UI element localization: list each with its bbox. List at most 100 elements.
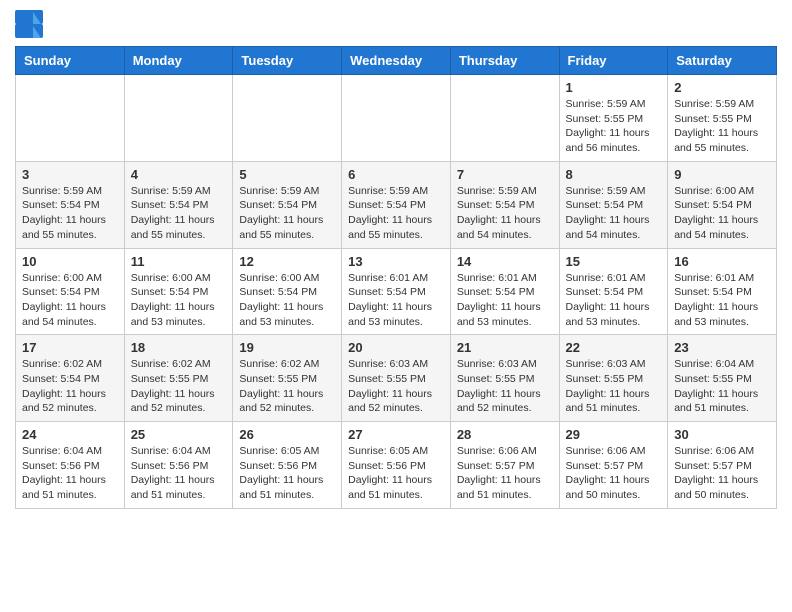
calendar-cell — [450, 75, 559, 162]
calendar-cell: 2 Sunrise: 5:59 AMSunset: 5:55 PMDaylight… — [668, 75, 777, 162]
calendar-cell: 15Sunrise: 6:01 AMSunset: 5:54 PMDayligh… — [559, 248, 668, 335]
day-number: 1 — [566, 80, 662, 95]
day-number: 27 — [348, 427, 444, 442]
day-number: 28 — [457, 427, 553, 442]
calendar-cell: 10Sunrise: 6:00 AMSunset: 5:54 PMDayligh… — [16, 248, 125, 335]
day-info: Sunrise: 5:59 AMSunset: 5:54 PMDaylight:… — [22, 184, 118, 243]
weekday-header-friday: Friday — [559, 47, 668, 75]
calendar-cell: 13 Sunrise: 6:01 AMSunset: 5:54 PMDayligh… — [342, 248, 451, 335]
day-info: Sunrise: 6:01 AMSunset: 5:54 PMDaylight:… — [457, 271, 553, 330]
calendar-cell: 6 Sunrise: 5:59 AMSunset: 5:54 PMDaylight… — [342, 161, 451, 248]
calendar-week-row: 1 Sunrise: 5:59 AMSunset: 5:55 PMDaylight… — [16, 75, 777, 162]
calendar-week-row: 3 Sunrise: 5:59 AMSunset: 5:54 PMDaylight… — [16, 161, 777, 248]
day-info: Sunrise: 6:04 AMSunset: 5:55 PMDaylight:… — [674, 357, 770, 416]
calendar-cell: 29 Sunrise: 6:06 AMSunset: 5:57 PMDayligh… — [559, 422, 668, 509]
day-number: 12 — [239, 254, 335, 269]
page: SundayMondayTuesdayWednesdayThursdayFrid… — [0, 0, 792, 524]
calendar-cell: 17 Sunrise: 6:02 AMSunset: 5:54 PMDayligh… — [16, 335, 125, 422]
day-info: Sunrise: 6:02 AMSunset: 5:55 PMDaylight:… — [239, 357, 335, 416]
calendar-cell: 4 Sunrise: 5:59 AMSunset: 5:54 PMDaylight… — [124, 161, 233, 248]
day-info: Sunrise: 6:05 AMSunset: 5:56 PMDaylight:… — [239, 444, 335, 503]
calendar-cell — [342, 75, 451, 162]
weekday-header-thursday: Thursday — [450, 47, 559, 75]
day-info: Sunrise: 6:06 AMSunset: 5:57 PMDaylight:… — [566, 444, 662, 503]
day-number: 23 — [674, 340, 770, 355]
calendar-cell: 23 Sunrise: 6:04 AMSunset: 5:55 PMDayligh… — [668, 335, 777, 422]
logo-area — [15, 10, 47, 38]
day-number: 8 — [566, 167, 662, 182]
day-info: Sunrise: 6:00 AMSunset: 5:54 PMDaylight:… — [239, 271, 335, 330]
day-number: 14 — [457, 254, 553, 269]
weekday-header-sunday: Sunday — [16, 47, 125, 75]
weekday-header-tuesday: Tuesday — [233, 47, 342, 75]
day-number: 2 — [674, 80, 770, 95]
calendar-cell — [16, 75, 125, 162]
day-info: Sunrise: 6:02 AMSunset: 5:55 PMDaylight:… — [131, 357, 227, 416]
calendar-cell: 1 Sunrise: 5:59 AMSunset: 5:55 PMDaylight… — [559, 75, 668, 162]
weekday-header-row: SundayMondayTuesdayWednesdayThursdayFrid… — [16, 47, 777, 75]
day-info: Sunrise: 6:02 AMSunset: 5:54 PMDaylight:… — [22, 357, 118, 416]
calendar: SundayMondayTuesdayWednesdayThursdayFrid… — [15, 46, 777, 509]
day-number: 7 — [457, 167, 553, 182]
day-info: Sunrise: 6:00 AMSunset: 5:54 PMDaylight:… — [22, 271, 118, 330]
day-number: 16 — [674, 254, 770, 269]
calendar-cell: 27 Sunrise: 6:05 AMSunset: 5:56 PMDayligh… — [342, 422, 451, 509]
day-info: Sunrise: 5:59 AMSunset: 5:55 PMDaylight:… — [674, 97, 770, 156]
weekday-header-wednesday: Wednesday — [342, 47, 451, 75]
day-number: 6 — [348, 167, 444, 182]
calendar-cell: 20Sunrise: 6:03 AMSunset: 5:55 PMDayligh… — [342, 335, 451, 422]
day-info: Sunrise: 5:59 AMSunset: 5:54 PMDaylight:… — [566, 184, 662, 243]
calendar-cell: 24 Sunrise: 6:04 AMSunset: 5:56 PMDayligh… — [16, 422, 125, 509]
day-info: Sunrise: 5:59 AMSunset: 5:54 PMDaylight:… — [131, 184, 227, 243]
day-info: Sunrise: 5:59 AMSunset: 5:54 PMDaylight:… — [457, 184, 553, 243]
day-number: 19 — [239, 340, 335, 355]
day-info: Sunrise: 6:05 AMSunset: 5:56 PMDaylight:… — [348, 444, 444, 503]
day-number: 22 — [566, 340, 662, 355]
day-number: 17 — [22, 340, 118, 355]
calendar-cell: 21 Sunrise: 6:03 AMSunset: 5:55 PMDayligh… — [450, 335, 559, 422]
day-number: 18 — [131, 340, 227, 355]
day-number: 11 — [131, 254, 227, 269]
calendar-cell: 28 Sunrise: 6:06 AMSunset: 5:57 PMDayligh… — [450, 422, 559, 509]
day-info: Sunrise: 6:04 AMSunset: 5:56 PMDaylight:… — [22, 444, 118, 503]
calendar-cell — [233, 75, 342, 162]
day-number: 13 — [348, 254, 444, 269]
day-info: Sunrise: 6:06 AMSunset: 5:57 PMDaylight:… — [457, 444, 553, 503]
header — [15, 10, 777, 38]
day-info: Sunrise: 6:03 AMSunset: 5:55 PMDaylight:… — [457, 357, 553, 416]
day-number: 24 — [22, 427, 118, 442]
calendar-week-row: 10Sunrise: 6:00 AMSunset: 5:54 PMDayligh… — [16, 248, 777, 335]
logo-icon — [15, 10, 43, 38]
calendar-cell — [124, 75, 233, 162]
calendar-cell: 14 Sunrise: 6:01 AMSunset: 5:54 PMDayligh… — [450, 248, 559, 335]
calendar-cell: 11 Sunrise: 6:00 AMSunset: 5:54 PMDayligh… — [124, 248, 233, 335]
calendar-cell: 5Sunrise: 5:59 AMSunset: 5:54 PMDaylight… — [233, 161, 342, 248]
day-number: 9 — [674, 167, 770, 182]
calendar-cell: 18 Sunrise: 6:02 AMSunset: 5:55 PMDayligh… — [124, 335, 233, 422]
day-info: Sunrise: 5:59 AMSunset: 5:54 PMDaylight:… — [348, 184, 444, 243]
day-number: 3 — [22, 167, 118, 182]
day-info: Sunrise: 6:03 AMSunset: 5:55 PMDaylight:… — [566, 357, 662, 416]
calendar-cell: 7 Sunrise: 5:59 AMSunset: 5:54 PMDaylight… — [450, 161, 559, 248]
day-info: Sunrise: 6:00 AMSunset: 5:54 PMDaylight:… — [131, 271, 227, 330]
calendar-cell: 19 Sunrise: 6:02 AMSunset: 5:55 PMDayligh… — [233, 335, 342, 422]
calendar-cell: 12 Sunrise: 6:00 AMSunset: 5:54 PMDayligh… — [233, 248, 342, 335]
weekday-header-saturday: Saturday — [668, 47, 777, 75]
day-info: Sunrise: 6:03 AMSunset: 5:55 PMDaylight:… — [348, 357, 444, 416]
day-info: Sunrise: 6:00 AMSunset: 5:54 PMDaylight:… — [674, 184, 770, 243]
day-info: Sunrise: 6:01 AMSunset: 5:54 PMDaylight:… — [348, 271, 444, 330]
calendar-cell: 8 Sunrise: 5:59 AMSunset: 5:54 PMDaylight… — [559, 161, 668, 248]
day-number: 4 — [131, 167, 227, 182]
calendar-week-row: 24 Sunrise: 6:04 AMSunset: 5:56 PMDayligh… — [16, 422, 777, 509]
day-number: 29 — [566, 427, 662, 442]
day-info: Sunrise: 6:01 AMSunset: 5:54 PMDaylight:… — [674, 271, 770, 330]
day-info: Sunrise: 6:04 AMSunset: 5:56 PMDaylight:… — [131, 444, 227, 503]
weekday-header-monday: Monday — [124, 47, 233, 75]
calendar-cell: 22 Sunrise: 6:03 AMSunset: 5:55 PMDayligh… — [559, 335, 668, 422]
day-number: 21 — [457, 340, 553, 355]
day-info: Sunrise: 5:59 AMSunset: 5:55 PMDaylight:… — [566, 97, 662, 156]
day-number: 26 — [239, 427, 335, 442]
day-info: Sunrise: 5:59 AMSunset: 5:54 PMDaylight:… — [239, 184, 335, 243]
day-info: Sunrise: 6:06 AMSunset: 5:57 PMDaylight:… — [674, 444, 770, 503]
calendar-cell: 16 Sunrise: 6:01 AMSunset: 5:54 PMDayligh… — [668, 248, 777, 335]
